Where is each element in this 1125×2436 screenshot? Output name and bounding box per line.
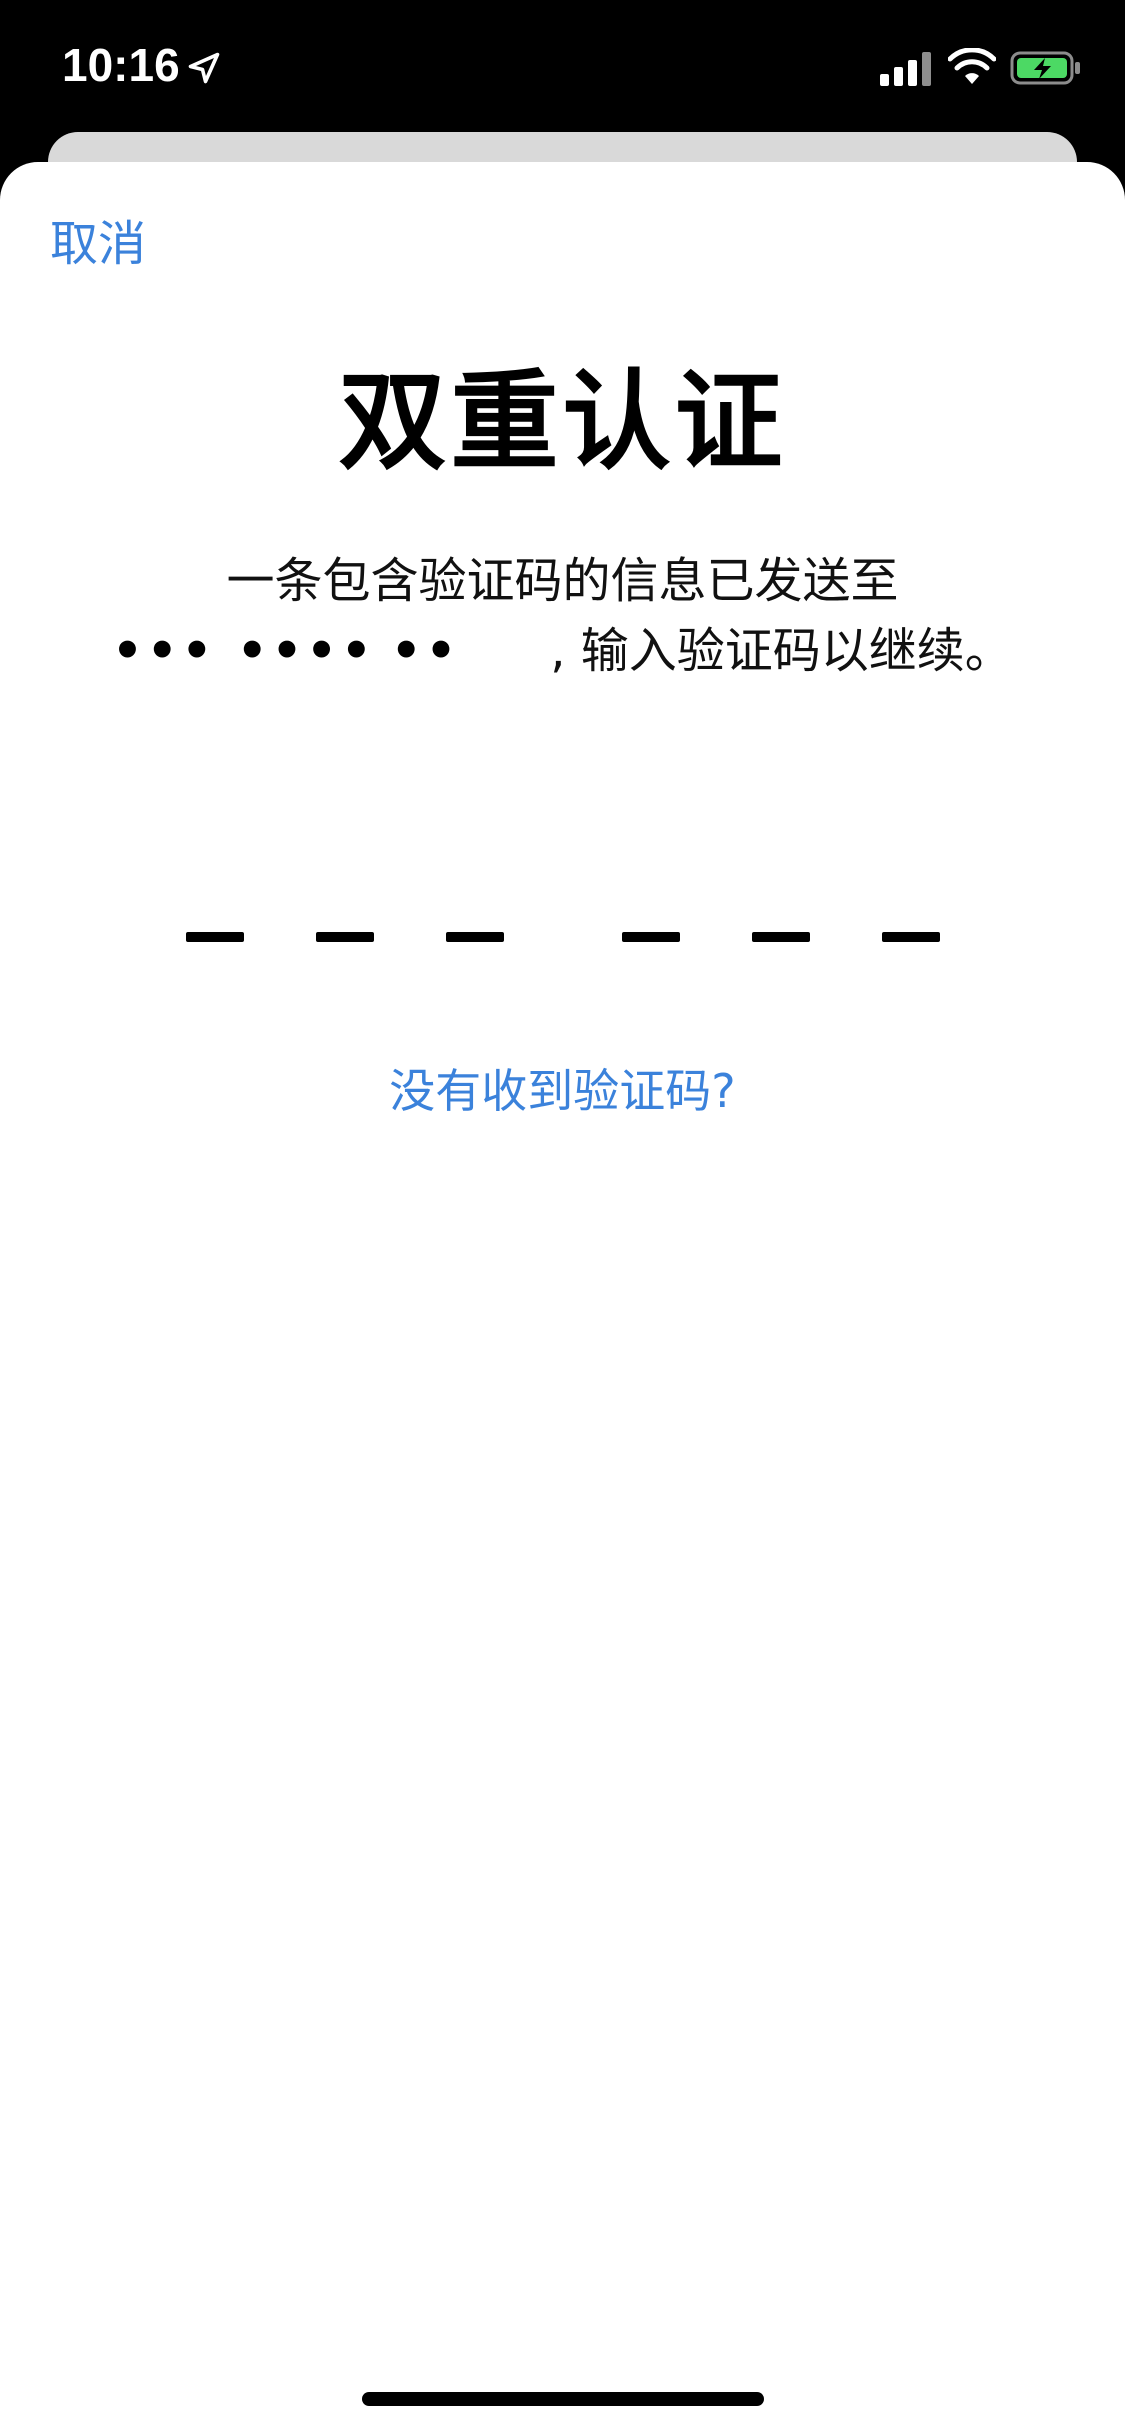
- resend-code-link[interactable]: 没有收到验证码?: [0, 1062, 1125, 1122]
- code-digit-slot-4[interactable]: [622, 932, 680, 942]
- description-line-2: ••• •••• ••, 输入验证码以继续。: [112, 616, 1013, 686]
- description-instruction: 输入验证码以继续。: [580, 623, 1013, 679]
- status-bar: 10:16: [0, 0, 1125, 135]
- code-digit-slot-5[interactable]: [752, 932, 810, 942]
- code-digit-slot-1[interactable]: [186, 932, 244, 942]
- two-factor-sheet: 取消 双重认证 一条包含验证码的信息已发送至 ••• •••• ••, 输入验证…: [0, 162, 1125, 2436]
- code-digit-slot-6[interactable]: [882, 932, 940, 942]
- status-time: 10:16: [62, 39, 180, 91]
- description-line-1: 一条包含验证码的信息已发送至: [226, 553, 899, 609]
- masked-phone-number-suffix: ••: [390, 623, 461, 679]
- battery-charging-icon: [1010, 51, 1080, 85]
- home-indicator[interactable]: [362, 2392, 764, 2406]
- masked-phone-number: ••• ••••: [112, 623, 376, 679]
- verification-description: 一条包含验证码的信息已发送至 ••• •••• ••, 输入验证码以继续。: [0, 546, 1125, 686]
- cellular-signal-icon: [880, 52, 931, 86]
- masked-phone-comma: ,: [550, 623, 566, 679]
- verification-code-input[interactable]: [0, 932, 1125, 972]
- page-title: 双重认证: [338, 360, 787, 485]
- code-digit-slot-2[interactable]: [316, 932, 374, 942]
- wifi-icon: [948, 48, 996, 84]
- cancel-button[interactable]: 取消: [50, 216, 146, 274]
- screen: 10:16 取消 双重认证 一条包含验证码的信息已发送至 ••• •••• ••…: [0, 0, 1125, 2436]
- location-arrow-icon: [188, 52, 220, 84]
- code-digit-slot-3[interactable]: [446, 932, 504, 942]
